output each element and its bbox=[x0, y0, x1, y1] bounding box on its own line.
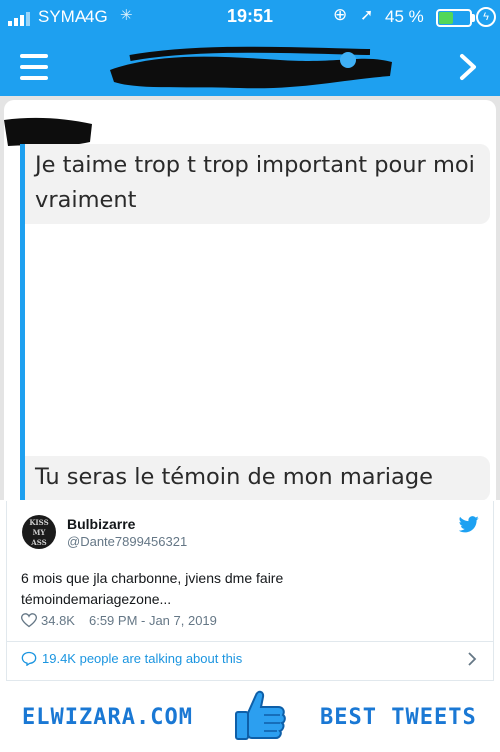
tweet-text: 6 mois que jla charbonne, jviens dme fai… bbox=[21, 568, 461, 610]
brand-tagline[interactable]: BEST TWEETS bbox=[320, 705, 477, 730]
status-time: 19:51 bbox=[226, 6, 274, 26]
quote-bar bbox=[20, 144, 25, 220]
conversation-text: 19.4K people are talking about this bbox=[42, 651, 243, 666]
heart-icon[interactable] bbox=[21, 613, 37, 628]
battery-fill bbox=[439, 12, 454, 24]
chevron-right-icon[interactable] bbox=[467, 652, 477, 666]
chat-message: Je taime trop t trop important pour moi … bbox=[20, 144, 490, 224]
chat-message: Tu seras le témoin de mon mariage bbox=[20, 456, 490, 500]
twitter-bird-icon[interactable] bbox=[459, 516, 479, 533]
like-count[interactable]: 34.8K bbox=[41, 613, 75, 628]
quote-bar bbox=[20, 220, 25, 456]
chevron-right-icon[interactable] bbox=[456, 52, 480, 82]
tweet-text-line: témoindemariagezone... bbox=[21, 591, 172, 607]
redaction-scribble bbox=[110, 46, 392, 89]
avatar-text: KISS bbox=[29, 518, 49, 527]
divider bbox=[7, 641, 493, 642]
thumbs-up-icon bbox=[235, 690, 286, 740]
tweet-timestamp[interactable]: 6:59 PM - Jan 7, 2019 bbox=[89, 613, 217, 628]
brand-site-name[interactable]: ELWIZARA.COM bbox=[22, 705, 193, 730]
avatar-text: ASS bbox=[31, 538, 47, 547]
location-icon: ➚ bbox=[360, 7, 374, 24]
charging-icon: ϟ bbox=[476, 7, 496, 27]
battery-percent: 45 % bbox=[385, 7, 424, 26]
battery-tip bbox=[472, 14, 475, 22]
comment-icon bbox=[21, 651, 37, 666]
tweet-meta: 34.8K 6:59 PM - Jan 7, 2019 bbox=[21, 613, 217, 628]
quote-bar bbox=[20, 456, 25, 500]
lock-rotation-icon: ⊕ bbox=[333, 5, 348, 24]
chat-area: Je taime trop t trop important pour moi … bbox=[0, 96, 500, 500]
chat-message-text: Tu seras le témoin de mon mariage bbox=[25, 456, 490, 500]
phone-screenshot: SYMA 4G ✳ 19:51 ⊕ ➚ 45 % ϟ Je taime trop… bbox=[0, 0, 500, 500]
tweet-text-line: 6 mois que jla charbonne, jviens dme fai… bbox=[21, 570, 284, 586]
avatar[interactable]: KISS MY ASS bbox=[22, 515, 56, 549]
chat-message-text: Je taime trop t trop important pour moi … bbox=[25, 144, 490, 224]
battery-icon bbox=[436, 9, 472, 27]
chat-card: Je taime trop t trop important pour moi … bbox=[4, 100, 496, 500]
brand-footer: ELWIZARA.COM BEST TWEETS bbox=[0, 681, 500, 752]
tweet-card: KISS MY ASS Bulbizarre @Dante7899456321 … bbox=[6, 501, 494, 681]
status-bar: SYMA 4G ✳ 19:51 ⊕ ➚ 45 % ϟ bbox=[0, 0, 500, 36]
user-handle[interactable]: @Dante7899456321 bbox=[67, 534, 187, 549]
menu-icon[interactable] bbox=[20, 54, 48, 80]
conversation-link[interactable]: 19.4K people are talking about this bbox=[21, 651, 242, 666]
display-name[interactable]: Bulbizarre bbox=[67, 516, 135, 532]
avatar-text: MY bbox=[32, 528, 46, 537]
